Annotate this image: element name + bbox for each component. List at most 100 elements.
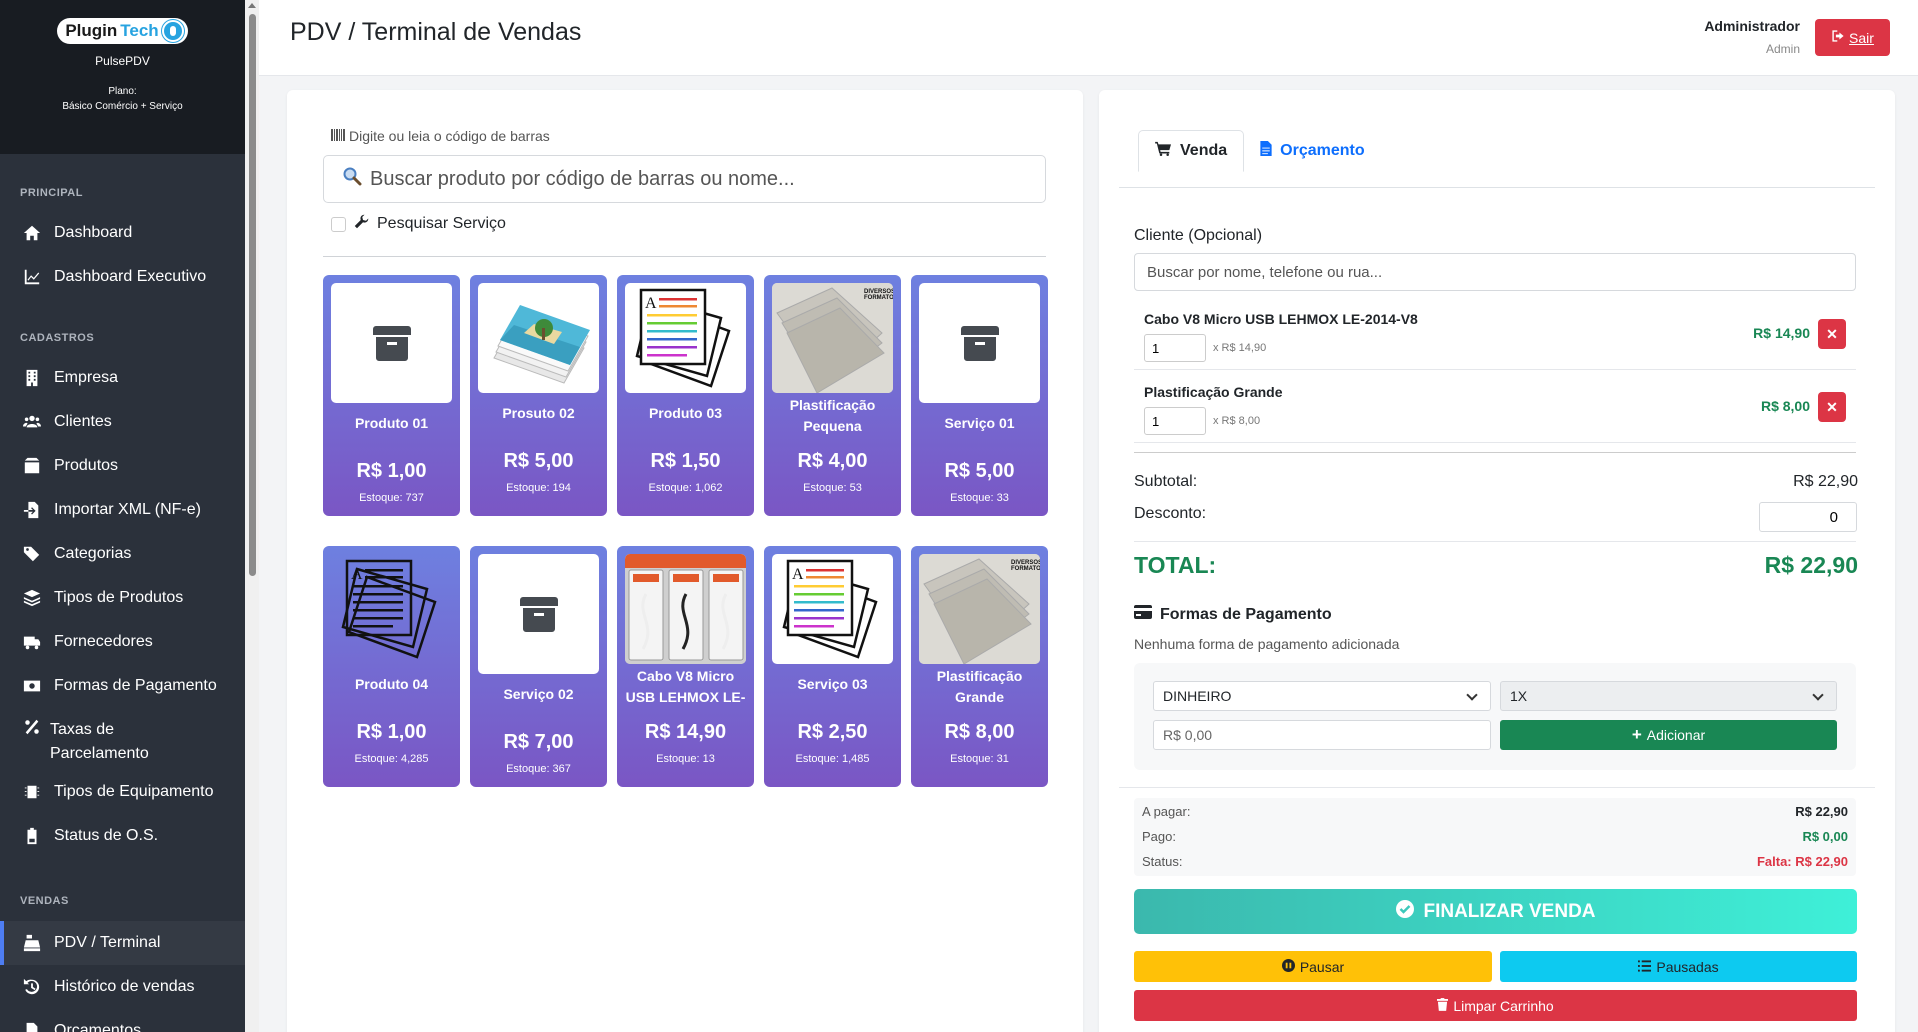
svg-text:A: A [645, 295, 657, 312]
product-name: Cabo V8 Micro USB LEHMOX LE- [625, 668, 746, 705]
cart-item-unit-price: x R$ 14,90 [1213, 342, 1267, 354]
sidebar-item-formas-de-pagamento[interactable]: Formas de Pagamento [0, 664, 245, 708]
clear-cart-button[interactable]: Limpar Carrinho [1134, 990, 1857, 1021]
app-name: PulsePDV [95, 54, 150, 68]
product-card[interactable]: DIVERSOS FORMATOS Plastificação Pequena … [764, 275, 901, 516]
sidebar-item-label: Empresa [54, 369, 119, 386]
product-search-input[interactable] [370, 167, 1010, 191]
product-price: R$ 5,00 [503, 450, 574, 472]
pause-button[interactable]: Pausar [1134, 951, 1492, 982]
divider [1134, 541, 1856, 542]
payment-amount-input[interactable] [1153, 720, 1491, 750]
sidebar-item-historico-de-vendas[interactable]: Histórico de vendas [0, 965, 245, 1009]
product-price: R$ 1,00 [356, 460, 427, 482]
product-card[interactable]: Prosuto 02 R$ 5,00 Estoque: 194 [470, 275, 607, 516]
installments-select[interactable]: 1X [1500, 681, 1837, 711]
client-search-input[interactable] [1134, 253, 1856, 291]
cart-item-quantity-input[interactable] [1144, 407, 1206, 435]
sidebar-scrollbar-thumb[interactable] [249, 14, 256, 576]
to-pay-label: A pagar: [1142, 804, 1191, 819]
summary-row-paid: Pago: R$ 0,00 [1142, 829, 1848, 844]
logout-button[interactable]: Sair [1815, 19, 1890, 56]
product-card[interactable]: Serviço 01 R$ 5,00 Estoque: 33 [911, 275, 1048, 516]
sidebar-item-pdv-terminal[interactable]: PDV / Terminal [0, 921, 245, 965]
sidebar-item-label: Formas de Pagamento [54, 677, 217, 694]
logo-text-tech: Tech [120, 21, 159, 40]
divider [1119, 787, 1875, 788]
file-icon [22, 1022, 42, 1032]
discount-input[interactable] [1759, 502, 1857, 532]
product-search-box[interactable] [323, 155, 1046, 203]
remove-item-button[interactable]: ✕ [1818, 319, 1846, 349]
sidebar-item-dashboard[interactable]: Dashboard [0, 211, 245, 255]
search-service-toggle[interactable]: Pesquisar Serviço [331, 214, 506, 234]
sidebar-item-fornecedores[interactable]: Fornecedores [0, 620, 245, 664]
product-stock: Estoque: 4,285 [354, 753, 429, 765]
finish-sale-button[interactable]: FINALIZAR VENDA [1134, 889, 1857, 934]
product-card[interactable]: A Produto 04 R$ 1,00 Estoque: 4,285 [323, 546, 460, 787]
product-price: R$ 4,00 [797, 450, 868, 472]
cash-register-icon [22, 934, 42, 952]
add-payment-button[interactable]: + Adicionar [1500, 720, 1837, 750]
product-name: Prosuto 02 [502, 405, 575, 421]
installments-value: 1X [1510, 688, 1528, 704]
product-card[interactable]: Produto 01 R$ 1,00 Estoque: 737 [323, 275, 460, 516]
sidebar-item-orcamentos[interactable]: Orçamentos [0, 1009, 245, 1032]
sidebar-item-tipos-de-produtos[interactable]: Tipos de Produtos [0, 576, 245, 620]
product-stock: Estoque: 31 [950, 753, 1009, 765]
tab-venda[interactable]: Venda [1138, 130, 1245, 172]
sidebar-item-label: Clientes [54, 413, 112, 430]
sidebar-item-produtos[interactable]: Produtos [0, 444, 245, 488]
close-icon: ✕ [1826, 325, 1838, 342]
sidebar-item-status-de-os[interactable]: Status de O.S. [0, 814, 245, 858]
product-price: R$ 5,00 [944, 460, 1015, 482]
payment-title-text: Formas de Pagamento [1160, 605, 1332, 623]
wrench-icon [354, 214, 369, 234]
plan-label: Plano: [108, 86, 137, 97]
sidebar-item-tipos-de-equipamento[interactable]: Tipos de Equipamento [0, 770, 245, 814]
sidebar-item-categorias[interactable]: Categorias [0, 532, 245, 576]
logout-label: Sair [1849, 29, 1874, 46]
sidebar-item-label: Orçamentos [54, 1022, 142, 1032]
product-price: R$ 1,00 [356, 721, 427, 743]
search-service-label: Pesquisar Serviço [377, 215, 506, 232]
users-icon [22, 413, 42, 431]
search-icon [342, 166, 362, 192]
cart-item-unit-price: x R$ 8,00 [1213, 415, 1261, 427]
sidebar-item-taxas-de-parcelamento[interactable]: Taxas de Parcelamento [0, 708, 245, 770]
product-card[interactable]: A Serviço 03 R$ 2,50 Estoque: 1,485 [764, 546, 901, 787]
product-stock: Estoque: 13 [656, 753, 715, 765]
product-image-laminating-sheets: DIVERSOS FORMATOS [919, 554, 1040, 664]
product-price: R$ 1,50 [650, 450, 721, 472]
cart-item-quantity-input[interactable] [1144, 334, 1206, 362]
search-service-checkbox[interactable] [331, 216, 346, 232]
finish-sale-label: FINALIZAR VENDA [1423, 900, 1596, 922]
chevron-down-icon [1812, 689, 1824, 701]
product-stock: Estoque: 53 [803, 482, 862, 494]
product-card[interactable]: Serviço 02 R$ 7,00 Estoque: 367 [470, 546, 607, 787]
paused-sales-label: Pausadas [1656, 958, 1719, 975]
brand-logo[interactable]: Plugin Tech [57, 18, 188, 44]
list-icon [1638, 959, 1652, 975]
sidebar-item-dashboard-executivo[interactable]: Dashboard Executivo [0, 255, 245, 299]
sidebar-item-label: Dashboard Executivo [54, 268, 207, 285]
remove-item-button[interactable]: ✕ [1818, 392, 1846, 422]
payment-method-select[interactable]: DINHEIRO [1153, 681, 1491, 711]
box-icon [22, 457, 42, 475]
scroll-up-arrow-icon[interactable] [248, 3, 256, 8]
sidebar-item-importar-xml[interactable]: Importar XML (NF-e) [0, 488, 245, 532]
product-card[interactable]: A Produto 03 R$ 1,50 Estoque: 1,062 [617, 275, 754, 516]
svg-text:FORMATOS: FORMATOS [1011, 566, 1040, 572]
product-stock: Estoque: 1,062 [648, 482, 723, 494]
building-icon [22, 369, 42, 387]
sidebar-item-label: PDV / Terminal [54, 934, 161, 951]
sidebar-item-empresa[interactable]: Empresa [0, 356, 245, 400]
paused-sales-button[interactable]: Pausadas [1500, 951, 1857, 982]
product-card[interactable]: DIVERSOS FORMATOS Plastificação Grande R… [911, 546, 1048, 787]
tab-orcamento[interactable]: Orçamento [1244, 130, 1380, 172]
product-card[interactable]: Cabo V8 Micro USB LEHMOX LE- R$ 14,90 Es… [617, 546, 754, 787]
divider [1134, 452, 1856, 453]
product-name: Serviço 02 [503, 686, 574, 702]
sidebar-item-clientes[interactable]: Clientes [0, 400, 245, 444]
battery-icon [22, 827, 42, 845]
